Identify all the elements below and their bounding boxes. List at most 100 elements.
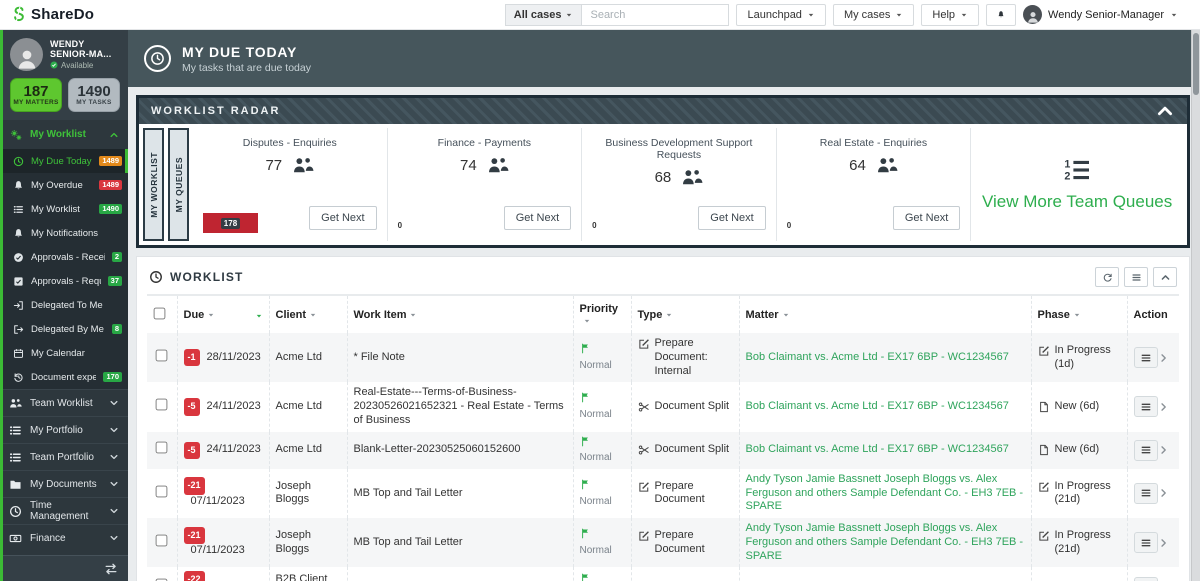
sidebar-item-approvals-requested[interactable]: Approvals - Requested 37	[0, 269, 128, 293]
sidebar-item-my-overdue[interactable]: My Overdue 1489	[0, 173, 128, 197]
tab-my-queues[interactable]: MY QUEUES	[168, 128, 189, 241]
row-menu-button[interactable]	[1133, 396, 1158, 418]
sidebar-item-my-worklist-group[interactable]: My Worklist	[0, 120, 128, 149]
app-logo[interactable]: ShareDo	[10, 6, 94, 23]
queue-name: Disputes - Enquiries	[242, 137, 337, 149]
collapse-button[interactable]	[1153, 267, 1177, 287]
user-avatar	[1023, 5, 1043, 24]
refresh-icon	[1102, 272, 1113, 283]
column-header-phase[interactable]: Phase	[1030, 296, 1127, 333]
row-open-chevron-icon[interactable]	[1158, 537, 1169, 549]
matter-link[interactable]: Bob Claimant vs. Acme Ltd - EX17 6BP - W…	[746, 400, 1009, 412]
sidebar-item-my-calendar[interactable]: My Calendar	[0, 341, 128, 365]
type-label: Prepare Document: Internal	[654, 337, 708, 377]
sidebar-item-delegated-to-me[interactable]: Delegated To Me	[0, 293, 128, 317]
topbar-menu-my-cases[interactable]: My cases	[832, 3, 915, 26]
column-header-client[interactable]: Client	[268, 296, 347, 333]
get-next-button[interactable]: Get Next	[503, 206, 572, 230]
sidebar-item-my-portfolio[interactable]: My Portfolio	[0, 416, 128, 443]
matter-link[interactable]: Andy Tyson Jamie Bassnett Joseph Bloggs …	[746, 522, 1024, 562]
type-label: Document Split	[654, 443, 730, 456]
tab-my-worklist[interactable]: MY WORKLIST	[143, 128, 164, 241]
chevron-down-icon	[109, 452, 119, 462]
sidebar-item-my-documents[interactable]: My Documents	[0, 470, 128, 497]
stat-value: 187	[23, 83, 49, 100]
swap-panels-icon[interactable]	[104, 562, 118, 576]
row-menu-button[interactable]	[1133, 439, 1158, 461]
topbar-menu-launchpad[interactable]: Launchpad	[736, 3, 826, 26]
sidebar-item-document-expectations[interactable]: Document expectations 170	[0, 365, 128, 389]
row-open-chevron-icon[interactable]	[1158, 352, 1169, 364]
count-badge: 1489	[99, 155, 122, 167]
column-header-work-item[interactable]: Work Item	[346, 296, 573, 333]
sidebar-item-my-due-today[interactable]: My Due Today 1489	[0, 149, 128, 173]
sort-caret-icon	[409, 311, 417, 319]
list-icon	[9, 451, 22, 464]
scrollbar-thumb[interactable]	[1193, 33, 1199, 95]
user-menu[interactable]: Wendy Senior-Manager	[1023, 5, 1178, 24]
check-circle-icon	[13, 252, 24, 263]
sidebar-item-delegated-by-me[interactable]: Delegated By Me 8	[0, 317, 128, 341]
stat-my-matters[interactable]: 187 MY MATTERS	[10, 78, 62, 112]
edit-square-icon	[1038, 530, 1050, 542]
row-menu-button[interactable]	[1133, 532, 1158, 554]
page-title: MY DUE TODAY	[182, 43, 298, 60]
sidebar-item-finance[interactable]: Finance	[0, 524, 128, 551]
list-options-button[interactable]	[1124, 267, 1148, 287]
sidebar-item-time-management[interactable]: Time Management	[0, 497, 128, 524]
sidebar-footer	[0, 555, 128, 581]
select-all-checkbox[interactable]	[153, 307, 166, 320]
column-header-due[interactable]: Due	[176, 296, 269, 333]
column-header-priority[interactable]: Priority	[572, 296, 631, 333]
check-square-icon	[13, 276, 24, 287]
sidebar-item-team-worklist[interactable]: Team Worklist	[0, 389, 128, 416]
row-checkbox[interactable]	[155, 349, 168, 362]
row-open-chevron-icon[interactable]	[1158, 487, 1169, 499]
sharedo-logo-icon	[10, 6, 27, 23]
get-next-button[interactable]: Get Next	[309, 206, 377, 230]
matter-link[interactable]: Bob Claimant vs. Acme Ltd - EX17 6BP - W…	[746, 351, 1009, 363]
refresh-button[interactable]	[1095, 267, 1119, 287]
type-label: Document Split	[654, 400, 730, 412]
sidebar-item-approvals-received[interactable]: Approvals - Received 2	[0, 245, 128, 269]
row-menu-button[interactable]	[1133, 576, 1158, 581]
column-header-matter[interactable]: Matter	[738, 296, 1031, 333]
row-menu-button[interactable]	[1133, 347, 1158, 369]
row-open-chevron-icon[interactable]	[1158, 401, 1169, 413]
view-more-link[interactable]: View More Team Queues	[982, 192, 1172, 212]
matter-link[interactable]: Andy Tyson Jamie Bassnett Joseph Bloggs …	[746, 473, 1024, 513]
row-menu-button[interactable]	[1133, 482, 1158, 504]
topbar: ShareDo All cases LaunchpadMy casesHelp …	[0, 0, 1200, 30]
radar-collapse-chevron-icon[interactable]	[1155, 101, 1175, 121]
stat-my-tasks[interactable]: 1490 MY TASKS	[68, 78, 120, 112]
scissors-icon	[638, 444, 650, 456]
row-checkbox[interactable]	[155, 441, 168, 454]
notifications-bell-button[interactable]	[986, 3, 1017, 26]
folder-icon	[9, 478, 22, 491]
sidebar-item-label: Approvals - Requested	[31, 275, 101, 287]
column-header-type[interactable]: Type	[630, 296, 739, 333]
sidebar-item-team-portfolio[interactable]: Team Portfolio	[0, 443, 128, 470]
group-label: My Worklist	[30, 129, 86, 140]
vertical-scrollbar[interactable]	[1191, 30, 1200, 581]
chevron-down-icon	[807, 11, 815, 19]
topbar-menu-help[interactable]: Help	[921, 3, 980, 26]
row-open-chevron-icon[interactable]	[1158, 444, 1169, 456]
all-cases-dropdown[interactable]: All cases	[504, 3, 582, 26]
sidebar-section-label: My Portfolio	[30, 424, 83, 436]
get-next-button[interactable]: Get Next	[892, 206, 961, 230]
matter-link[interactable]: Bob Claimant vs. Acme Ltd - EX17 6BP - W…	[746, 443, 1009, 455]
priority-label: Normal	[579, 544, 612, 556]
sidebar-item-my-notifications[interactable]: My Notifications	[0, 221, 128, 245]
row-checkbox[interactable]	[155, 485, 168, 497]
view-more-team-queues: 1 2 View More Team Queues	[970, 128, 1183, 241]
row-checkbox[interactable]	[155, 534, 168, 547]
work-item-cell: Jennie's amazing task	[346, 567, 573, 581]
sidebar-user-card[interactable]: WENDY SENIOR-MA... Available	[0, 30, 128, 76]
get-next-button[interactable]: Get Next	[698, 206, 766, 230]
due-offset-badge: -1	[183, 349, 200, 367]
row-checkbox[interactable]	[155, 398, 168, 411]
search-input[interactable]	[581, 3, 730, 26]
sidebar-item-my-worklist[interactable]: My Worklist 1490	[0, 197, 128, 221]
sidebar-item-label: My Calendar	[31, 347, 85, 359]
